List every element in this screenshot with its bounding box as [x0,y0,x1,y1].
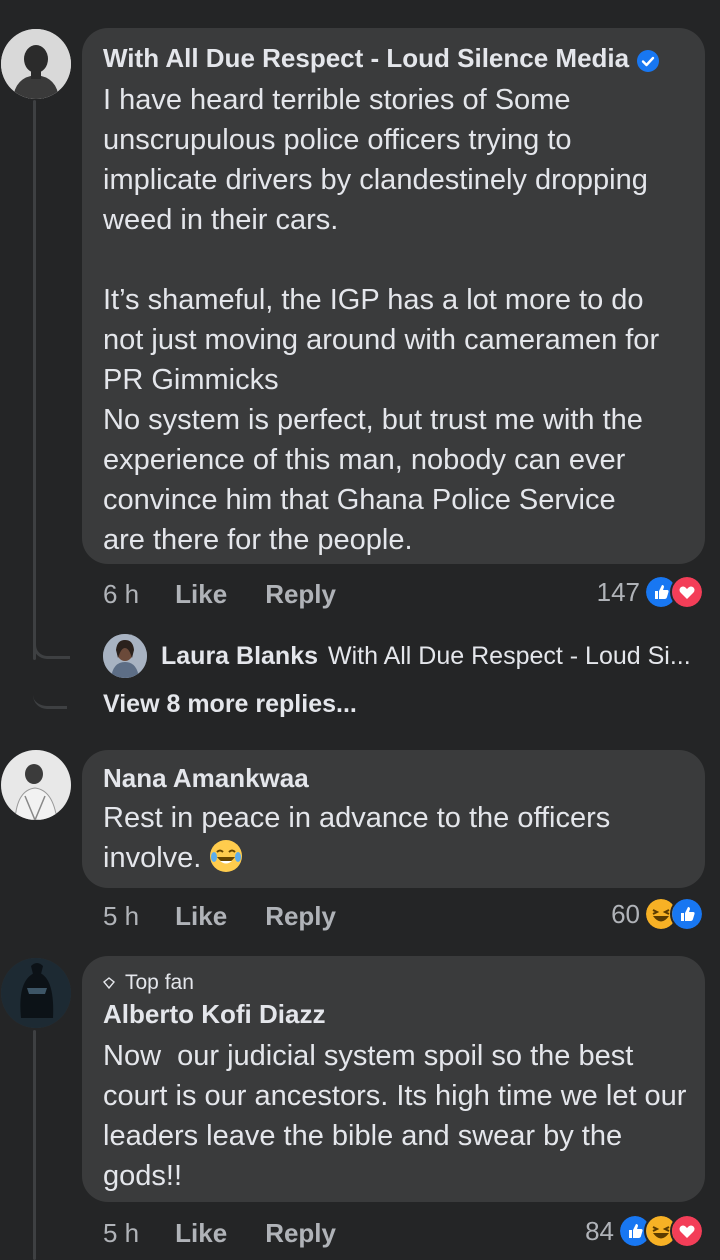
top-fan-badge: Top fan [103,970,685,996]
author-name[interactable]: Nana Amankwaa [103,762,309,794]
timestamp[interactable]: 5 h [103,1218,139,1249]
thread-line [33,100,36,660]
reply-button[interactable]: Reply [265,579,336,610]
avatar[interactable] [1,958,71,1028]
comment-author[interactable]: Alberto Kofi Diazz [103,998,685,1030]
top-fan-label: Top fan [125,971,194,994]
timestamp[interactable]: 6 h [103,579,139,610]
love-icon [670,575,704,609]
comment-bubble: Top fan Alberto Kofi Diazz Now our judic… [82,956,705,1202]
reaction-summary[interactable]: 60 [611,894,704,934]
laughing-tears-emoji-icon [210,840,243,872]
reply-avatar[interactable] [103,634,147,678]
view-more-replies-link[interactable]: View 8 more replies... [103,690,357,719]
reaction-count: 84 [585,1215,614,1246]
reply-button[interactable]: Reply [265,1218,336,1249]
reply-preview[interactable]: Laura Blanks With All Due Respect - Loud… [103,634,691,678]
comment-text: Rest in peace in advance to the officers… [103,798,673,878]
verified-badge-icon [637,47,660,72]
comment-text: Now our judicial system spoil so the bes… [103,1040,695,1192]
comment-text-content: Rest in peace in advance to the officers… [103,802,619,874]
timestamp[interactable]: 5 h [103,901,139,932]
comment-bubble: With All Due Respect - Loud Silence Medi… [82,28,705,564]
like-button[interactable]: Like [175,579,227,610]
reaction-count: 147 [596,576,640,607]
reply-author[interactable]: Laura Blanks [161,642,318,671]
reply-button[interactable]: Reply [265,901,336,932]
comment-actions: 5 h Like Reply [103,1213,336,1253]
comment-actions: 6 h Like Reply [103,574,336,614]
like-button[interactable]: Like [175,901,227,932]
view-more-connector [33,650,67,709]
reaction-count: 60 [611,898,640,929]
reply-text: With All Due Respect - Loud Si... [328,641,691,670]
comment-author[interactable]: With All Due Respect - Loud Silence Medi… [103,42,685,74]
comment-actions: 5 h Like Reply [103,896,336,936]
avatar[interactable] [1,750,71,820]
diamond-icon [103,977,115,989]
love-icon [670,1214,704,1248]
reaction-summary[interactable]: 147 [597,572,704,612]
author-name[interactable]: Alberto Kofi Diazz [103,998,325,1030]
comment-bubble: Nana Amankwaa Rest in peace in advance t… [82,750,705,888]
comment-text: I have heard terrible stories of Some un… [103,84,660,556]
like-button[interactable]: Like [175,1218,227,1249]
comment-author[interactable]: Nana Amankwaa [103,762,685,794]
reaction-summary[interactable]: 84 [585,1211,704,1251]
like-icon [670,897,704,931]
thread-line [33,1030,36,1260]
avatar[interactable] [1,29,71,99]
author-name[interactable]: With All Due Respect - Loud Silence Medi… [103,42,629,74]
